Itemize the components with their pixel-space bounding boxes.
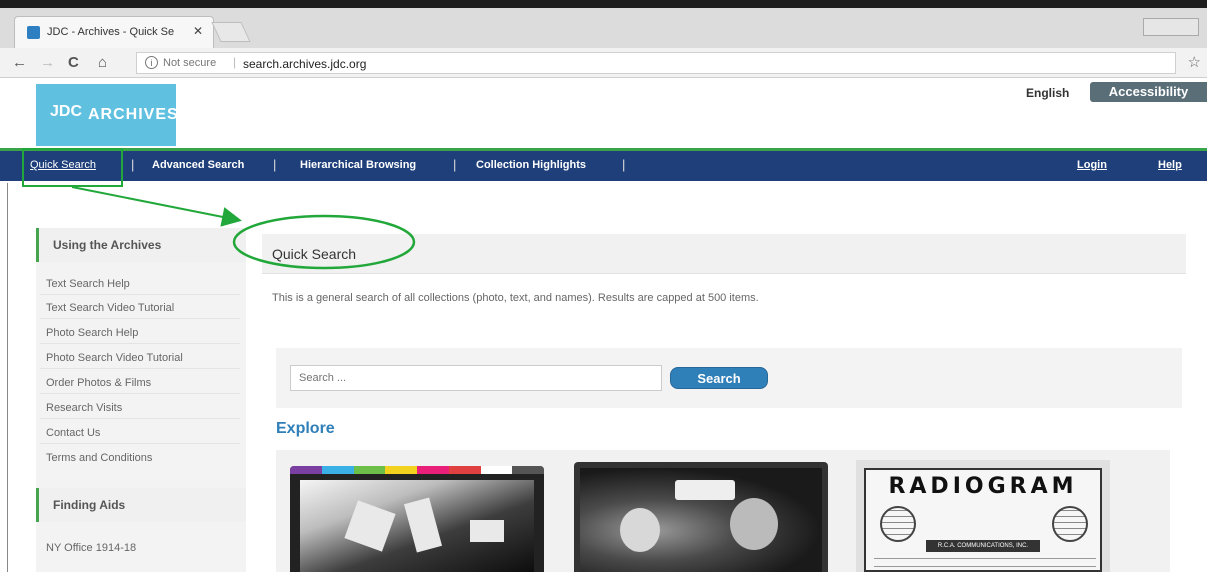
sidebar-link-text-search-help[interactable]: Text Search Help (46, 278, 130, 290)
explore-thumbnail-3[interactable]: RADIOGRAM R.C.A. COMMUNICATIONS, INC. (856, 460, 1110, 572)
main-nav: Quick Search | Advanced Search | Hierarc… (0, 151, 1207, 181)
window-top-edge (0, 0, 1207, 8)
nav-login[interactable]: Login (1077, 159, 1107, 171)
color-swatch (353, 466, 386, 474)
back-icon[interactable]: ← (12, 54, 27, 71)
explore-thumbnail-2[interactable] (574, 462, 828, 572)
search-input[interactable] (290, 365, 662, 391)
security-label: Not secure (163, 57, 217, 69)
info-icon[interactable]: i (145, 56, 158, 69)
explore-thumbnail-1[interactable] (290, 466, 544, 572)
figure (470, 520, 504, 542)
sidebar-link-research-visits[interactable]: Research Visits (46, 402, 122, 414)
figure (730, 498, 778, 550)
radiogram-document: RADIOGRAM R.C.A. COMMUNICATIONS, INC. (864, 468, 1102, 572)
search-button[interactable]: Search (670, 367, 768, 389)
color-strip (290, 466, 544, 474)
favicon-icon (27, 26, 40, 39)
nav-separator: | (131, 157, 135, 172)
sidebar-link-photo-search-video[interactable]: Photo Search Video Tutorial (46, 352, 183, 364)
sidebar-link-contact-us[interactable]: Contact Us (46, 427, 100, 439)
sidebar-link-order-photos[interactable]: Order Photos & Films (46, 377, 151, 389)
radiogram-company: R.C.A. COMMUNICATIONS, INC. (926, 540, 1040, 552)
logo-text: ARCHIVES (88, 106, 179, 123)
close-icon[interactable]: ✕ (193, 24, 203, 38)
window-controls[interactable] (1143, 18, 1199, 36)
color-swatch (512, 466, 544, 474)
photo-image (300, 480, 534, 572)
nav-separator: | (453, 157, 457, 172)
sidebar-heading-label: Finding Aids (53, 498, 126, 512)
nav-collection-highlights[interactable]: Collection Highlights (476, 159, 586, 171)
url-field[interactable]: i Not secure | search.archives.jdc.org (136, 52, 1176, 74)
figure (403, 497, 443, 553)
url-separator: | (233, 55, 237, 69)
explore-gallery: RADIOGRAM R.C.A. COMMUNICATIONS, INC. (276, 450, 1170, 572)
search-description: This is a general search of all collecti… (272, 292, 759, 304)
bookmark-star-icon[interactable]: ☆ (1188, 53, 1201, 71)
divider (40, 343, 240, 344)
highlight-box (22, 148, 123, 187)
nav-separator: | (273, 157, 277, 172)
tab-bar: JDC - Archives - Quick Se ✕ (0, 8, 1207, 48)
color-swatch (321, 466, 354, 474)
sidebar-link-ny-office[interactable]: NY Office 1914-18 (46, 542, 136, 554)
left-edge (0, 183, 8, 572)
figure (675, 480, 735, 500)
browser-tab[interactable]: JDC - Archives - Quick Se ✕ (14, 16, 214, 48)
divider (40, 443, 240, 444)
search-panel: Search (276, 348, 1182, 408)
menorah-icon: JDC (50, 103, 83, 120)
globe-icon (1052, 506, 1088, 542)
figure (344, 500, 396, 552)
accessibility-button[interactable]: Accessibility (1090, 82, 1207, 102)
color-swatch (417, 466, 449, 474)
radiogram-title: RADIOGRAM (888, 474, 1078, 499)
new-tab-button[interactable] (211, 22, 251, 42)
photo-image (580, 468, 822, 572)
divider (874, 566, 1096, 567)
sidebar: Using the Archives Text Search Help Text… (36, 228, 246, 572)
color-swatch (480, 466, 513, 474)
language-link[interactable]: English (1026, 86, 1069, 100)
site-logo[interactable]: JDC ARCHIVES (36, 84, 179, 146)
divider (40, 368, 240, 369)
reload-icon[interactable]: C (68, 54, 79, 71)
nav-help[interactable]: Help (1158, 159, 1182, 171)
url-text[interactable]: search.archives.jdc.org (243, 57, 366, 71)
sidebar-heading-using-archives: Using the Archives (36, 228, 246, 262)
divider (40, 418, 240, 419)
nav-separator: | (622, 157, 626, 172)
address-bar: ← → C ⌂ i Not secure | search.archives.j… (0, 48, 1207, 78)
page-title: Quick Search (272, 246, 357, 262)
color-swatch (448, 466, 481, 474)
sidebar-link-terms[interactable]: Terms and Conditions (46, 452, 152, 464)
sidebar-link-photo-search-help[interactable]: Photo Search Help (46, 327, 138, 339)
color-swatch (385, 466, 417, 474)
sidebar-link-text-search-video[interactable]: Text Search Video Tutorial (46, 302, 174, 314)
forward-icon[interactable]: → (40, 54, 55, 71)
tab-title: JDC - Archives - Quick Se (47, 26, 175, 38)
color-swatch (290, 466, 322, 474)
figure (620, 508, 660, 552)
panel-header: Quick Search (262, 234, 1186, 274)
globe-icon (880, 506, 916, 542)
divider (874, 558, 1096, 559)
divider (40, 318, 240, 319)
nav-advanced-search[interactable]: Advanced Search (152, 159, 244, 171)
nav-hierarchical-browsing[interactable]: Hierarchical Browsing (300, 159, 416, 171)
main-panel: Quick Search This is a general search of… (262, 234, 1186, 572)
sidebar-heading-finding-aids: Finding Aids (36, 488, 246, 522)
explore-heading: Explore (276, 420, 335, 437)
divider (40, 294, 240, 295)
home-icon[interactable]: ⌂ (98, 54, 107, 71)
sidebar-heading-label: Using the Archives (53, 238, 162, 252)
divider (40, 393, 240, 394)
